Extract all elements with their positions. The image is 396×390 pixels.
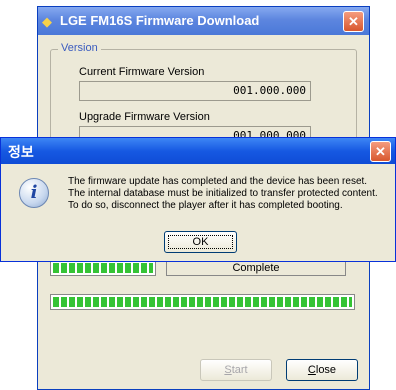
progress-segment [237, 297, 243, 307]
progress-segment [341, 297, 347, 307]
progress-segment [213, 297, 219, 307]
overall-progress-bar [50, 294, 355, 310]
progress-segment [253, 297, 259, 307]
progress-segment [157, 297, 163, 307]
progress-segment [141, 297, 147, 307]
progress-segment [125, 297, 131, 307]
ok-button[interactable]: OK [164, 231, 237, 253]
progress-segment [101, 297, 107, 307]
info-icon: i [19, 178, 49, 208]
progress-segment [117, 263, 123, 273]
dialog-title: 정보 [8, 145, 34, 161]
progress-segment [77, 263, 83, 273]
progress-segment [85, 263, 91, 273]
progress-segment [301, 297, 307, 307]
progress-segment [133, 297, 139, 307]
progress-segment [221, 297, 227, 307]
progress-segment [349, 297, 352, 307]
progress-segment [141, 263, 147, 273]
focus-ring [168, 235, 233, 249]
upgrade-version-label: Upgrade Firmware Version [79, 111, 210, 123]
overall-progress-fill [53, 297, 352, 307]
progress-segment [61, 297, 67, 307]
progress-segment [197, 297, 203, 307]
progress-segment [285, 297, 291, 307]
progress-segment [205, 297, 211, 307]
progress-segment [317, 297, 323, 307]
window-titlebar[interactable]: ◆ LGE FM16S Firmware Download ✕ [38, 7, 369, 35]
progress-segment [189, 297, 195, 307]
progress-segment [149, 297, 155, 307]
progress-segment [173, 297, 179, 307]
progress-segment [93, 263, 99, 273]
progress-segment [309, 297, 315, 307]
progress-segment [261, 297, 267, 307]
window-title: LGE FM16S Firmware Download [60, 13, 260, 28]
progress-segment [277, 297, 283, 307]
progress-segment [69, 263, 75, 273]
dialog-message-line: The firmware update has completed and th… [68, 176, 368, 187]
dialog-message-line: To do so, disconnect the player after it… [68, 200, 343, 211]
progress-segment [269, 297, 275, 307]
progress-segment [85, 297, 91, 307]
progress-segment [333, 297, 339, 307]
status-field: Complete [166, 260, 346, 276]
window-close-button[interactable]: ✕ [343, 11, 364, 32]
progress-segment [69, 297, 75, 307]
close-button[interactable]: Close [286, 359, 358, 381]
file-progress-fill [53, 263, 153, 273]
progress-segment [93, 297, 99, 307]
progress-segment [149, 263, 153, 273]
progress-segment [117, 297, 123, 307]
dialog-message: The firmware update has completed and th… [68, 176, 388, 212]
progress-segment [109, 297, 115, 307]
progress-segment [109, 263, 115, 273]
file-progress-bar [50, 260, 156, 276]
progress-segment [165, 297, 171, 307]
info-dialog: 정보 ✕ i The firmware update has completed… [0, 137, 396, 262]
progress-segment [229, 297, 235, 307]
progress-segment [325, 297, 331, 307]
progress-segment [77, 297, 83, 307]
dialog-message-line: The internal database must be initialize… [68, 188, 378, 199]
dialog-close-button[interactable]: ✕ [370, 141, 391, 162]
progress-segment [61, 263, 67, 273]
progress-segment [53, 263, 59, 273]
version-group-label: Version [58, 42, 101, 54]
progress-segment [101, 263, 107, 273]
current-version-field: 001.000.000 [79, 81, 311, 101]
speaker-icon: ◆ [42, 14, 52, 29]
dialog-titlebar[interactable]: 정보 ✕ [1, 138, 395, 164]
progress-segment [245, 297, 251, 307]
status-row: Complete [50, 260, 355, 280]
progress-segment [125, 263, 131, 273]
progress-segment [53, 297, 59, 307]
progress-segment [133, 263, 139, 273]
current-version-label: Current Firmware Version [79, 66, 205, 78]
progress-segment [181, 297, 187, 307]
progress-segment [293, 297, 299, 307]
start-button[interactable]: Start [200, 359, 272, 381]
